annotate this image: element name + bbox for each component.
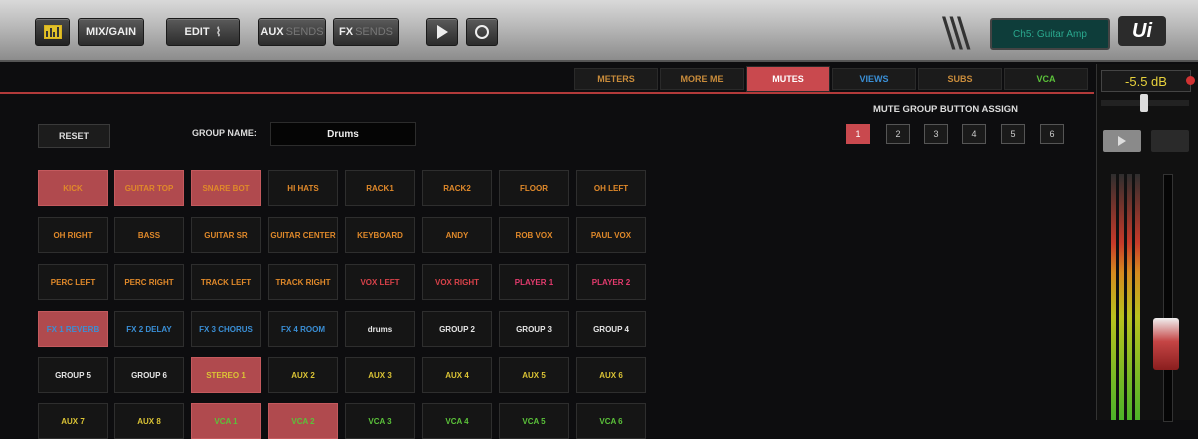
- channel-mute-button[interactable]: VOX LEFT: [345, 264, 415, 300]
- channel-select-button[interactable]: [1151, 130, 1189, 152]
- record-button[interactable]: [466, 18, 498, 46]
- channel-mute-button[interactable]: GROUP 5: [38, 357, 108, 393]
- tab-more-me[interactable]: MORE ME: [660, 68, 744, 90]
- view-tabs: METERS MORE ME MUTES VIEWS SUBS VCA: [0, 64, 1094, 94]
- mute-group-assign-title: MUTE GROUP BUTTON ASSIGN: [873, 104, 1018, 115]
- channel-mute-button[interactable]: PLAYER 1: [499, 264, 569, 300]
- channel-mute-button[interactable]: FX 2 DELAY: [114, 311, 184, 347]
- channel-mute-button[interactable]: VCA 1: [191, 403, 261, 439]
- channel-mute-button[interactable]: RACK1: [345, 170, 415, 206]
- play-icon: [1118, 136, 1126, 146]
- level-meter: [1119, 174, 1124, 420]
- bar-meter-icon: [43, 25, 62, 39]
- channel-mute-button[interactable]: PERC LEFT: [38, 264, 108, 300]
- aux-label: AUX: [260, 26, 284, 38]
- fader-handle[interactable]: [1153, 318, 1179, 370]
- channel-mute-button[interactable]: FX 4 ROOM: [268, 311, 338, 347]
- channel-mute-button[interactable]: GROUP 3: [499, 311, 569, 347]
- play-button[interactable]: [426, 18, 458, 46]
- channel-mute-button[interactable]: OH RIGHT: [38, 217, 108, 253]
- top-toolbar: MIX/GAIN EDIT ⌇ AUX SENDS FX SENDS \\\ C…: [0, 0, 1198, 62]
- eq-curve-icon: ⌇: [215, 25, 222, 39]
- channel-mute-button[interactable]: VCA 3: [345, 403, 415, 439]
- tab-vca[interactable]: VCA: [1004, 68, 1088, 90]
- edit-button[interactable]: EDIT ⌇: [166, 18, 240, 46]
- mute-group-button-1[interactable]: 1: [846, 124, 870, 144]
- reset-button[interactable]: RESET: [38, 124, 110, 148]
- channel-mute-button[interactable]: FX 1 REVERB: [38, 311, 108, 347]
- tab-mutes[interactable]: MUTES: [746, 66, 830, 92]
- group-name-input[interactable]: Drums: [270, 122, 416, 146]
- channel-mute-button[interactable]: FX 3 CHORUS: [191, 311, 261, 347]
- record-icon: [475, 25, 489, 39]
- clip-indicator-icon: [1186, 76, 1195, 85]
- play-icon: [436, 25, 448, 39]
- pan-handle[interactable]: [1140, 94, 1148, 112]
- channel-mute-button[interactable]: GROUP 2: [422, 311, 492, 347]
- channel-mute-button[interactable]: OH LEFT: [576, 170, 646, 206]
- grip-slashes-icon: \\\: [942, 10, 971, 56]
- gain-readout[interactable]: -5.5 dB: [1101, 70, 1191, 92]
- channel-mute-button[interactable]: PLAYER 2: [576, 264, 646, 300]
- channel-mute-button[interactable]: SNARE BOT: [191, 170, 261, 206]
- group-name-label: GROUP NAME:: [192, 128, 257, 138]
- channel-mute-button[interactable]: AUX 2: [268, 357, 338, 393]
- channel-mute-button[interactable]: AUX 8: [114, 403, 184, 439]
- channel-mute-button[interactable]: PAUL VOX: [576, 217, 646, 253]
- mute-group-button-4[interactable]: 4: [962, 124, 986, 144]
- mute-group-button-6[interactable]: 6: [1040, 124, 1064, 144]
- channel-mute-button[interactable]: GUITAR TOP: [114, 170, 184, 206]
- mute-group-button-3[interactable]: 3: [924, 124, 948, 144]
- channel-mute-button[interactable]: ANDY: [422, 217, 492, 253]
- mix-gain-button[interactable]: MIX/GAIN: [78, 18, 144, 46]
- level-meter: [1111, 174, 1116, 420]
- channel-mute-button[interactable]: GROUP 4: [576, 311, 646, 347]
- channel-play-button[interactable]: [1103, 130, 1141, 152]
- channel-mute-button[interactable]: VOX RIGHT: [422, 264, 492, 300]
- channel-mute-button[interactable]: GUITAR CENTER: [268, 217, 338, 253]
- fader-track[interactable]: [1163, 174, 1173, 422]
- channel-mute-button[interactable]: VCA 5: [499, 403, 569, 439]
- tab-views[interactable]: VIEWS: [832, 68, 916, 90]
- channel-mute-button[interactable]: AUX 3: [345, 357, 415, 393]
- channel-mute-button[interactable]: STEREO 1: [191, 357, 261, 393]
- channel-mute-button[interactable]: TRACK RIGHT: [268, 264, 338, 300]
- channel-mute-button[interactable]: KEYBOARD: [345, 217, 415, 253]
- channel-mute-button[interactable]: BASS: [114, 217, 184, 253]
- channel-mute-button[interactable]: VCA 2: [268, 403, 338, 439]
- mute-group-button-2[interactable]: 2: [886, 124, 910, 144]
- level-meter: [1127, 174, 1132, 420]
- channel-mute-button[interactable]: KICK: [38, 170, 108, 206]
- edit-label: EDIT: [184, 26, 210, 38]
- channel-mute-button[interactable]: GUITAR SR: [191, 217, 261, 253]
- tab-subs[interactable]: SUBS: [918, 68, 1002, 90]
- channel-mute-button[interactable]: ROB VOX: [499, 217, 569, 253]
- channel-mute-button[interactable]: AUX 7: [38, 403, 108, 439]
- ui-logo: Ui: [1118, 16, 1166, 46]
- channel-mute-button[interactable]: GROUP 6: [114, 357, 184, 393]
- aux-sends-button[interactable]: AUX SENDS: [258, 18, 326, 46]
- channel-mute-button[interactable]: TRACK LEFT: [191, 264, 261, 300]
- level-meter: [1135, 174, 1140, 420]
- channel-mute-button[interactable]: VCA 4: [422, 403, 492, 439]
- channel-mute-button[interactable]: drums: [345, 311, 415, 347]
- channel-strip: -5.5 dB: [1096, 64, 1198, 422]
- channel-mute-button[interactable]: RACK2: [422, 170, 492, 206]
- channel-mute-button[interactable]: AUX 6: [576, 357, 646, 393]
- status-display: Ch5: Guitar Amp: [990, 18, 1110, 50]
- meters-view-button[interactable]: [35, 18, 70, 46]
- fx-sends-button[interactable]: FX SENDS: [333, 18, 399, 46]
- fx-label: FX: [339, 26, 354, 38]
- channel-mute-button[interactable]: PERC RIGHT: [114, 264, 184, 300]
- fx-sub-label: SENDS: [355, 26, 393, 38]
- channel-mute-button[interactable]: VCA 6: [576, 403, 646, 439]
- tab-meters[interactable]: METERS: [574, 68, 658, 90]
- channel-mute-button[interactable]: FLOOR: [499, 170, 569, 206]
- channel-mute-button[interactable]: HI HATS: [268, 170, 338, 206]
- channel-mute-button[interactable]: AUX 5: [499, 357, 569, 393]
- aux-sub-label: SENDS: [285, 26, 324, 38]
- mute-group-button-5[interactable]: 5: [1001, 124, 1025, 144]
- channel-mute-button[interactable]: AUX 4: [422, 357, 492, 393]
